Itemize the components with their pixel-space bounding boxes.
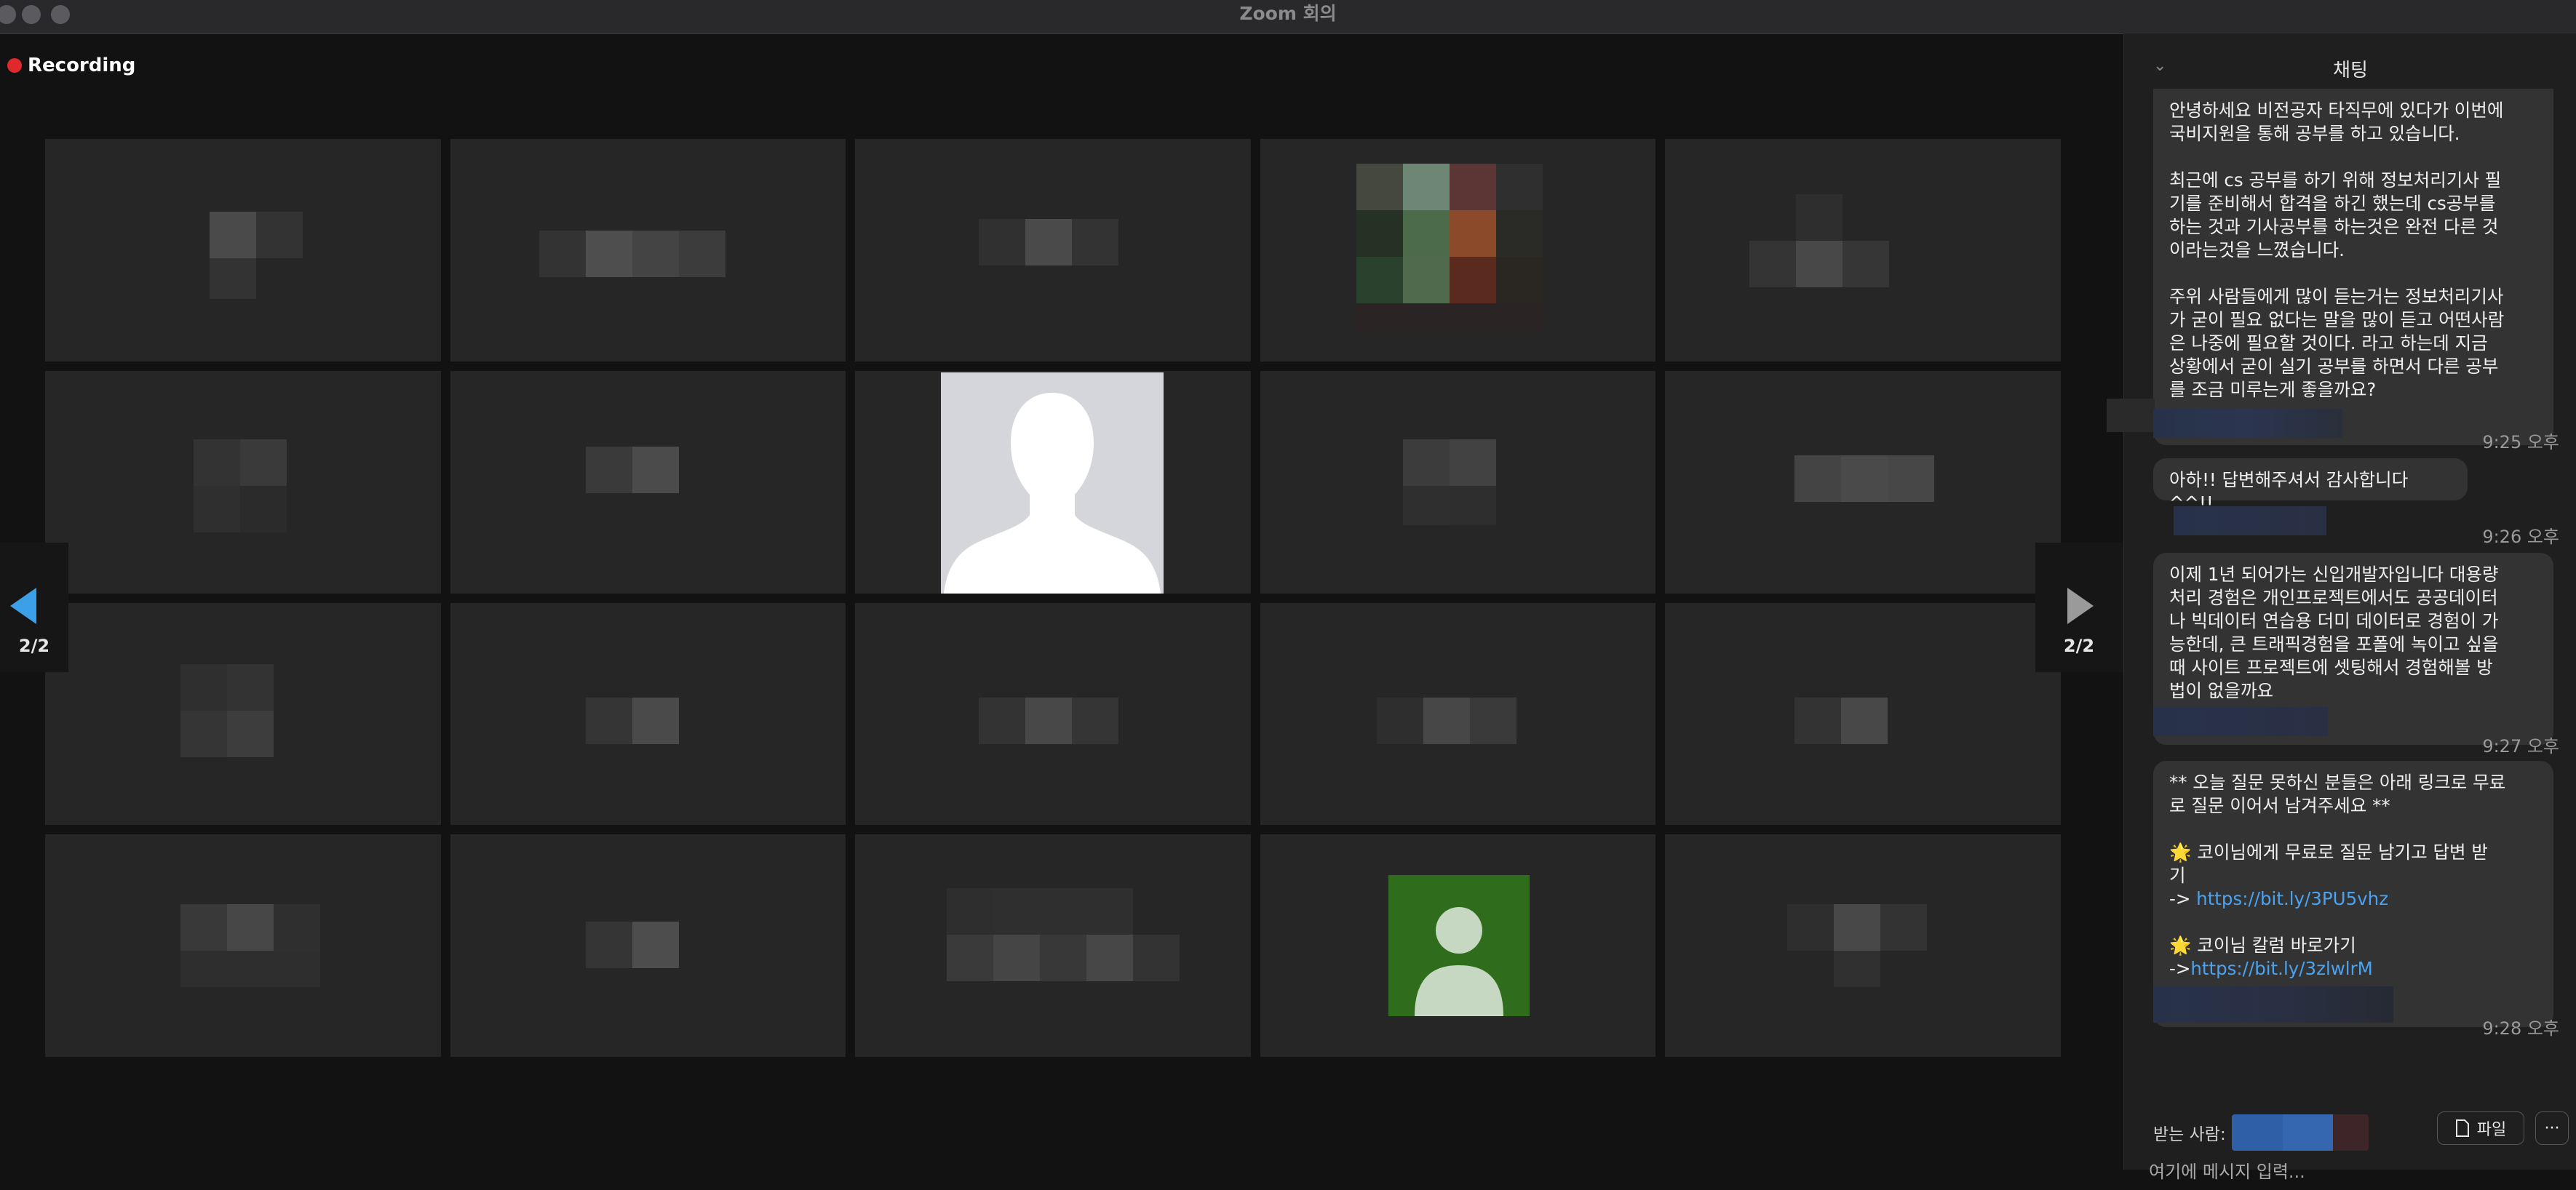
- participant-tile[interactable]: [45, 602, 441, 826]
- file-button[interactable]: 파일: [2437, 1111, 2524, 1145]
- page-indicator-left: 2/2: [18, 636, 50, 656]
- blurred-sender-name: [2153, 986, 2393, 1023]
- chat-link[interactable]: https://bit.ly/3zlwlrM: [2190, 958, 2372, 979]
- participant-tile[interactable]: [1665, 834, 2061, 1057]
- message-line: ** 오늘 질문 못하신 분들은 아래 링크로 무료 로 질문 이어서 남겨주세…: [2169, 772, 2506, 816]
- participant-tile[interactable]: [45, 139, 441, 362]
- participant-tile[interactable]: [1260, 602, 1656, 826]
- blurred-sender-name: [2153, 707, 2328, 736]
- recording-dot-icon: [7, 58, 22, 73]
- file-icon: [2455, 1119, 2469, 1137]
- chat-message: 아하!! 답변해주셔서 감사합니다 ^^!!: [2153, 458, 2468, 514]
- participant-avatar-icon: [1388, 875, 1530, 1017]
- participant-tile[interactable]: [855, 139, 1251, 362]
- chat-message: 안녕하세요 비전공자 타직무에 있다가 이번에 국비지원을 통해 공부를 하고 …: [2153, 89, 2553, 445]
- participant-tile-no-video[interactable]: [855, 370, 1251, 594]
- message-line: 🌟 코이님에게 무료로 질문 남기고 답변 받 기: [2169, 842, 2488, 886]
- participant-tile[interactable]: [1665, 602, 2061, 826]
- participant-tile[interactable]: [450, 834, 846, 1057]
- blurred-sender-name: [2153, 409, 2342, 438]
- recording-indicator: Recording: [7, 52, 135, 79]
- chat-panel: ⌄ 채팅 안녕하세요 비전공자 타직무에 있다가 이번에 국비지원을 통해 공부…: [2107, 33, 2576, 1190]
- participant-tile[interactable]: [1260, 139, 1656, 362]
- arrow-left-icon: [10, 588, 36, 624]
- message-arrow: ->: [2169, 888, 2197, 909]
- video-gallery-grid: [45, 139, 2061, 1057]
- participant-tile[interactable]: [450, 139, 846, 362]
- default-avatar-icon: [941, 372, 1164, 594]
- message-time: 9:25 오후: [2482, 432, 2559, 452]
- arrow-right-icon: [2067, 588, 2094, 624]
- participant-tile[interactable]: [1260, 370, 1656, 594]
- participant-tile[interactable]: [855, 602, 1251, 826]
- blurred-sender-name: [2174, 506, 2326, 535]
- participant-tile[interactable]: [1665, 370, 2061, 594]
- message-time: 9:26 오후: [2482, 527, 2559, 547]
- recording-label: Recording: [28, 55, 136, 76]
- recipient-label: 받는 사람:: [2153, 1125, 2226, 1144]
- message-arrow: ->: [2169, 958, 2191, 979]
- message-input[interactable]: [2147, 1154, 2558, 1190]
- message-time: 9:28 오후: [2482, 1018, 2559, 1039]
- title-bar: Zoom 회의: [0, 0, 2576, 34]
- chat-link[interactable]: https://bit.ly/3PU5vhz: [2196, 888, 2388, 909]
- next-page-button[interactable]: 2/2: [2035, 543, 2123, 672]
- more-options-button[interactable]: ···: [2535, 1111, 2569, 1145]
- window-title: Zoom 회의: [1239, 3, 1337, 24]
- recipient-dropdown[interactable]: [2232, 1114, 2369, 1151]
- file-button-label: 파일: [2476, 1121, 2507, 1139]
- blurred-sender-avatar: [2107, 399, 2155, 432]
- participant-tile[interactable]: [855, 834, 1251, 1057]
- chat-title: 채팅: [2333, 60, 2368, 81]
- participant-tile-no-video[interactable]: [1260, 834, 1656, 1057]
- participant-tile[interactable]: [45, 834, 441, 1057]
- participant-tile[interactable]: [1665, 139, 2061, 362]
- previous-page-button[interactable]: 2/2: [0, 543, 68, 672]
- participant-tile[interactable]: [450, 370, 846, 594]
- participant-tile[interactable]: [45, 370, 441, 594]
- participant-tile[interactable]: [450, 602, 846, 826]
- message-line: 🌟 코이님 칼럼 바로가기: [2169, 935, 2356, 956]
- page-indicator-right: 2/2: [2063, 636, 2095, 656]
- message-time: 9:27 오후: [2482, 736, 2559, 756]
